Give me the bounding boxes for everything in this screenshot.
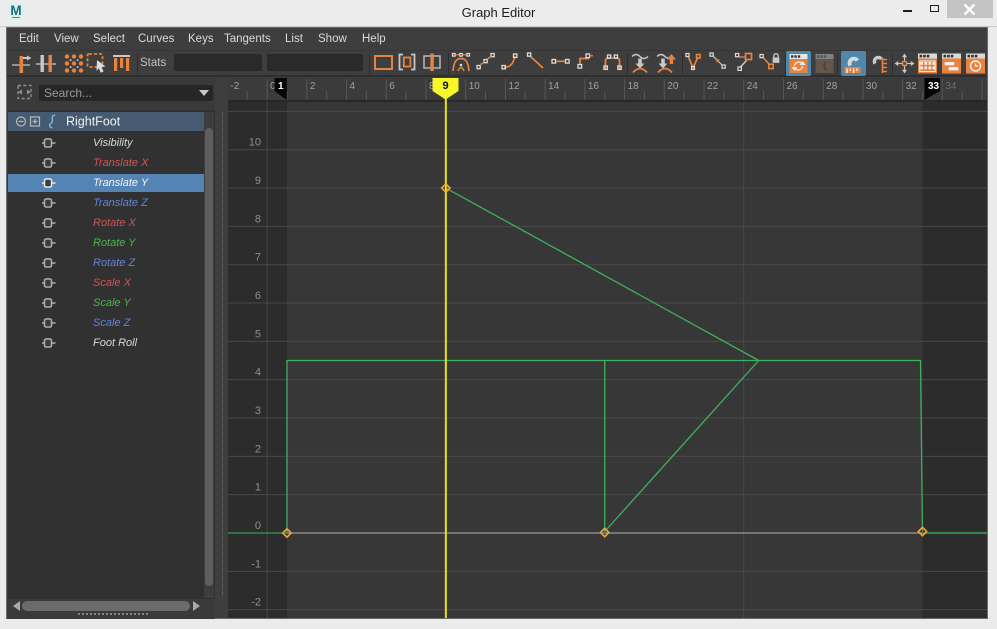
svg-text:10: 10 xyxy=(469,81,481,92)
svg-text:10: 10 xyxy=(249,137,261,149)
svg-text:2: 2 xyxy=(255,443,261,455)
svg-text:-2: -2 xyxy=(230,81,239,92)
svg-text:8: 8 xyxy=(255,213,261,225)
svg-text:24: 24 xyxy=(747,81,759,92)
svg-text:30: 30 xyxy=(866,81,878,92)
svg-text:-2: -2 xyxy=(251,597,261,609)
svg-text:9: 9 xyxy=(443,80,449,92)
svg-text:7: 7 xyxy=(255,252,261,264)
svg-text:22: 22 xyxy=(707,81,719,92)
svg-text:20: 20 xyxy=(667,81,679,92)
svg-text:3: 3 xyxy=(255,405,261,417)
svg-text:34: 34 xyxy=(945,81,957,92)
svg-text:6: 6 xyxy=(389,81,395,92)
svg-text:4: 4 xyxy=(350,81,356,92)
svg-text:28: 28 xyxy=(826,81,838,92)
svg-text:4: 4 xyxy=(255,367,261,379)
svg-text:32: 32 xyxy=(906,81,918,92)
svg-text:2: 2 xyxy=(310,81,316,92)
svg-text:16: 16 xyxy=(588,81,600,92)
svg-text:0: 0 xyxy=(255,520,261,532)
svg-text:1: 1 xyxy=(278,81,284,92)
svg-text:14: 14 xyxy=(548,81,560,92)
svg-text:26: 26 xyxy=(786,81,798,92)
svg-text:5: 5 xyxy=(255,328,261,340)
svg-text:12: 12 xyxy=(508,81,520,92)
svg-text:9: 9 xyxy=(255,175,261,187)
svg-text:-1: -1 xyxy=(251,558,261,570)
svg-text:33: 33 xyxy=(928,81,940,92)
svg-text:18: 18 xyxy=(628,81,640,92)
svg-text:1: 1 xyxy=(255,482,261,494)
svg-text:RightFoot: RightFoot xyxy=(66,115,121,129)
svg-text:6: 6 xyxy=(255,290,261,302)
